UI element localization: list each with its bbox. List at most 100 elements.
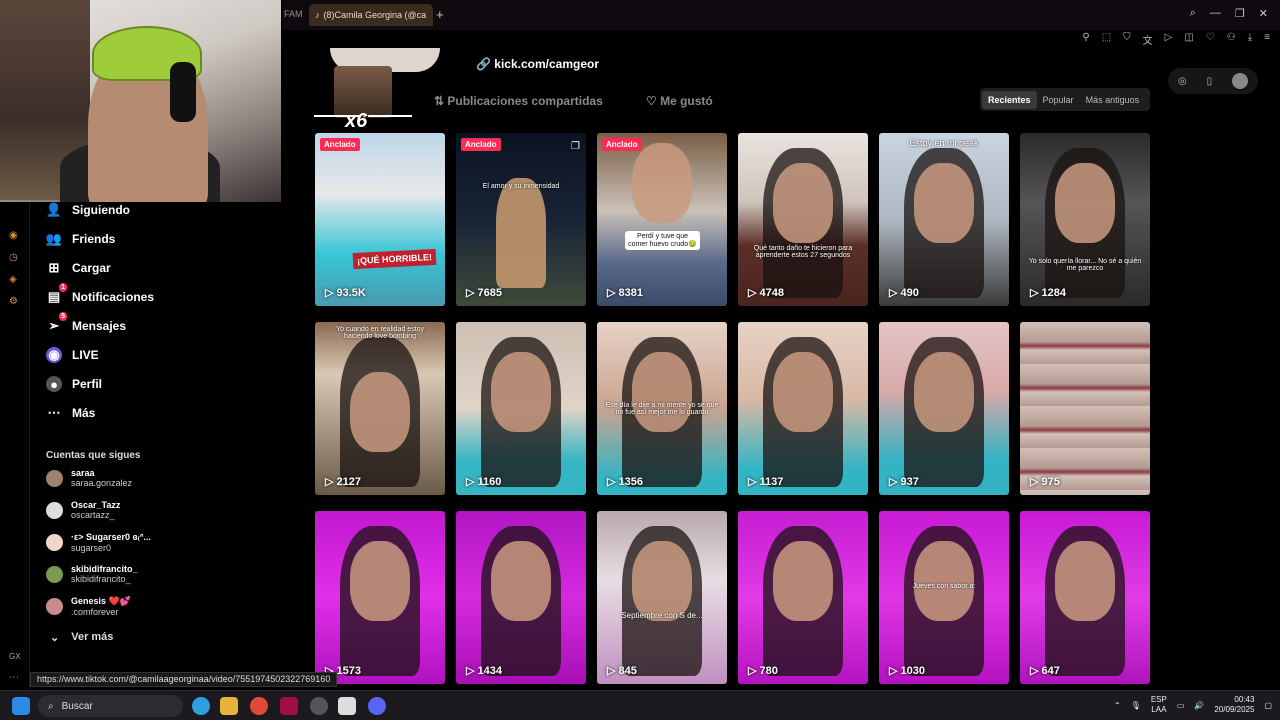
compass-icon[interactable]: ◎ [1178, 76, 1187, 87]
following-account[interactable]: skibidifrancito_ skibidifrancito_ [46, 564, 138, 584]
sidebar-item-live[interactable]: ◉ LIVE [46, 347, 99, 363]
avatar[interactable] [1232, 73, 1249, 89]
video-card[interactable]: ▷ 1160 [456, 322, 586, 495]
avatar [46, 501, 63, 519]
video-card[interactable]: Septiembre con S de... ▷ 845 [597, 511, 727, 684]
video-subject [350, 372, 410, 452]
camera-icon[interactable]: ◫ [1184, 32, 1193, 47]
download-icon[interactable]: ⤓ [1248, 32, 1252, 47]
video-caption: Estoy en mi peak [909, 138, 979, 148]
opera-gx-icon[interactable] [280, 697, 298, 715]
file-explorer-icon[interactable] [220, 697, 238, 715]
account-name: ·ε> Sugarser0 ɞ₍ᐢ... [71, 532, 151, 542]
video-card[interactable]: ▷ 1573 [315, 511, 445, 684]
chrome-icon[interactable] [250, 697, 268, 715]
sidebar-item-following[interactable]: 👤 Siguiendo [46, 202, 130, 218]
see-more-button[interactable]: ⌄ Ver más [50, 631, 113, 644]
play-circle-icon[interactable]: ◉ [9, 230, 18, 241]
following-account[interactable]: ·ε> Sugarser0 ɞ₍ᐢ... sugarser0 [46, 532, 151, 553]
sidebar-item-friends[interactable]: 👥 Friends [46, 231, 115, 247]
video-card[interactable]: Anclado ¡QUÉ HORRIBLE! ▷ 93.5K [315, 133, 445, 306]
notification-center-icon[interactable]: ▢ [1264, 701, 1272, 710]
video-card[interactable]: Ese día le dije a mi mente yo sé que no … [597, 322, 727, 495]
microphone-icon[interactable]: 🎙 [1131, 701, 1141, 710]
taskbar: ⌕ Buscar ⌃ 🎙 ESP LAA ▭ 🔊 00:43 20/09/2025 … [0, 690, 1280, 720]
video-subject [914, 352, 974, 432]
windows-start-icon[interactable] [12, 697, 30, 715]
heart-icon[interactable]: ♡ [1206, 32, 1215, 47]
video-card[interactable]: Qué tanto daño te hicieron para aprender… [738, 133, 868, 306]
sidebar-item-profile[interactable]: ● Perfil [46, 376, 102, 392]
video-card[interactable]: Anclado Perdí y tuve que comer huevo cru… [597, 133, 727, 306]
minimize-icon[interactable]: — [1210, 7, 1221, 20]
menu-icon[interactable]: ≡ [1264, 32, 1270, 47]
floating-controls: ◎ ▯ [1168, 68, 1258, 94]
sidebar-item-label: Mensajes [72, 319, 127, 333]
video-card[interactable]: ▷ 1434 [456, 511, 586, 684]
video-card[interactable]: ▷ 975 [1020, 322, 1150, 495]
maximize-icon[interactable]: ❐ [1235, 7, 1245, 20]
following-account[interactable]: Oscar_Tazz oscartazz_ [46, 500, 120, 520]
settings-icon[interactable]: ⚙ [9, 296, 18, 307]
following-account[interactable]: saraa saraa.gonzalez [46, 468, 132, 488]
account-handle: skibidifrancito_ [71, 574, 131, 584]
sidebar-item-messages[interactable]: ➢ 5 Mensajes [46, 312, 127, 334]
sidebar-item-label: Más [72, 406, 96, 420]
video-caption: Yo solo quería llorar... No sé a quién m… [1028, 258, 1142, 272]
screenshot-icon[interactable]: ⬚ [1102, 32, 1111, 47]
profile-icon: ● [46, 376, 62, 392]
video-card[interactable]: Anclado ❐ El amor y su inmensidad ▷ 7685 [456, 133, 586, 306]
search-icon[interactable]: ⌕ [1190, 7, 1196, 20]
video-card[interactable]: ▷ 647 [1020, 511, 1150, 684]
close-icon[interactable]: ✕ [1259, 7, 1268, 20]
video-card[interactable]: Estoy en mi peak ▷ 490 [879, 133, 1009, 306]
discord-icon[interactable] [368, 697, 386, 715]
notifications-icon: ▤ 1 [47, 283, 67, 304]
tab-previous[interactable]: FAM [284, 9, 303, 19]
video-subject [773, 163, 833, 243]
phone-icon[interactable]: ▯ [1207, 76, 1213, 87]
tab-shared-posts[interactable]: ⇅ Publicaciones compartidas [434, 94, 603, 108]
obs-icon[interactable] [310, 697, 328, 715]
avatar-overlay-text: x6 [345, 110, 368, 132]
account-icon[interactable]: ⚇ [1227, 32, 1236, 47]
sort-popular[interactable]: Popular [1037, 91, 1080, 109]
video-card[interactable]: Yo solo quería llorar... No sé a quién m… [1020, 133, 1150, 306]
sidebar-item-more[interactable]: ⋯ Más [46, 405, 96, 421]
tab-liked[interactable]: ♡ Me gustó [646, 94, 713, 108]
video-sticker: ¡QUÉ HORRIBLE! [352, 248, 437, 270]
pin-icon[interactable]: ⚲ [1082, 32, 1089, 47]
taskbar-search[interactable]: ⌕ Buscar [38, 695, 183, 717]
video-subject [1055, 541, 1115, 621]
window-app-icon[interactable] [338, 697, 356, 715]
language-indicator[interactable]: ESP LAA [1151, 695, 1167, 715]
video-card[interactable]: ▷ 1137 [738, 322, 868, 495]
video-card[interactable]: ▷ 780 [738, 511, 868, 684]
system-tray: ⌃ 🎙 ESP LAA ▭ 🔊 00:43 20/09/2025 ▢ [1114, 695, 1272, 715]
view-count: ▷ 975 [1030, 476, 1060, 488]
view-count: ▷ 1137 [748, 476, 784, 488]
volume-icon[interactable]: 🔊 [1194, 701, 1204, 710]
clock[interactable]: 00:43 20/09/2025 [1214, 695, 1254, 715]
sidebar-item-notifications[interactable]: ▤ 1 Notificaciones [46, 283, 154, 305]
profile-link[interactable]: 🔗 kick.com/camgeor [476, 57, 599, 71]
video-card[interactable]: Jueves con sabor a: ▷ 1030 [879, 511, 1009, 684]
shield-icon[interactable]: ⛉ [1123, 32, 1131, 47]
following-account[interactable]: Genesis ❤️💕 .comforever [46, 596, 131, 617]
translate-icon[interactable]: 文 [1143, 32, 1153, 47]
sort-recent[interactable]: Recientes [982, 90, 1037, 109]
play-icon[interactable]: ▷ [1165, 32, 1173, 47]
extensions-icon[interactable]: ◈ [9, 274, 17, 285]
history-icon[interactable]: ◷ [9, 252, 18, 263]
edge-icon[interactable] [192, 697, 210, 715]
video-card[interactable]: ▷ 937 [879, 322, 1009, 495]
tab-active[interactable]: ♪ (8)Camila Georgina (@ca [309, 4, 433, 26]
more-dots-icon[interactable]: ⋯ [9, 672, 19, 683]
network-icon[interactable]: ▭ [1177, 701, 1185, 710]
chevron-up-icon[interactable]: ⌃ [1114, 701, 1121, 710]
video-card[interactable]: Yo cuando en realidad estoy haciendo lov… [315, 322, 445, 495]
sort-oldest[interactable]: Más antiguos [1080, 91, 1146, 109]
new-tab-button[interactable]: + [436, 7, 444, 22]
sidebar-item-upload[interactable]: ⊞ Cargar [46, 260, 111, 276]
view-count: ▷ 1284 [1030, 287, 1066, 299]
